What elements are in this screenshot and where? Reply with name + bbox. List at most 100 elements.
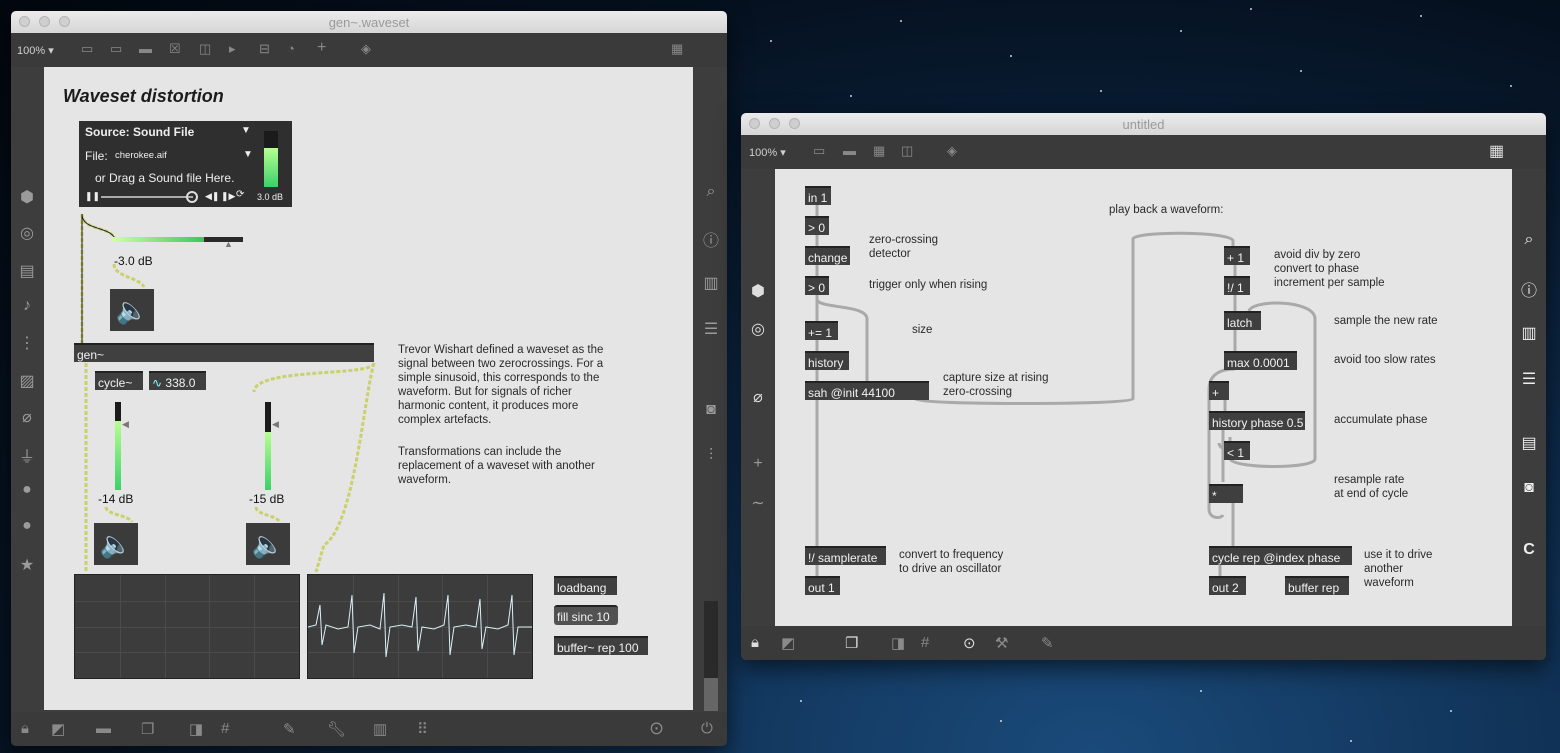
object-icon[interactable]: ▭ [110, 41, 122, 57]
presentation-mode-icon[interactable]: ◩ [781, 634, 795, 652]
presentation-icon[interactable]: ▭ [81, 41, 93, 57]
plus1-object[interactable]: + 1 [1224, 246, 1250, 265]
zoom-menu[interactable]: 100% ▾ [749, 146, 786, 159]
plus-object[interactable]: + [1209, 381, 1229, 400]
snap-icon[interactable]: ◨ [891, 634, 905, 652]
pause-icon[interactable]: ❚❚ [85, 191, 100, 202]
add-icon[interactable]: + [317, 39, 326, 57]
image-icon[interactable]: ▨ [15, 371, 39, 391]
fill-message[interactable]: fill sinc 10 [554, 605, 618, 625]
meter-right[interactable] [265, 402, 271, 490]
music-icon[interactable]: ♪ [15, 297, 39, 315]
speaker-icon-left[interactable]: 🔈 [94, 523, 138, 565]
buffer-object[interactable]: buffer~ rep 100 [554, 636, 648, 655]
chat-icon[interactable]: ▬ [96, 720, 111, 737]
source-selector[interactable]: Source: Sound File [85, 125, 194, 139]
book-icon[interactable]: ▥ [699, 273, 723, 293]
paint-icon[interactable]: ◈ [361, 41, 371, 57]
max-object[interactable]: max 0.0001 [1224, 351, 1297, 370]
mult-object[interactable]: * [1209, 484, 1243, 503]
source-dropdown-icon[interactable]: ▼ [241, 125, 251, 136]
speaker-icon-right[interactable]: 🔈 [246, 523, 290, 565]
search-icon[interactable]: ⌕ [699, 183, 723, 201]
cube-icon[interactable]: ⬢ [746, 281, 770, 301]
grid-menu-icon[interactable]: ▦ [1489, 141, 1504, 161]
grid-icon[interactable]: # [921, 634, 929, 651]
scope-left[interactable] [74, 574, 300, 679]
meter-right-marker-icon[interactable]: ◀ [272, 419, 279, 430]
book-icon[interactable]: ▥ [1517, 323, 1541, 343]
gt0-object-a[interactable]: > 0 [805, 216, 829, 235]
paperclip-icon[interactable]: ⌀ [15, 407, 39, 427]
add-object-icon[interactable]: ✎ [1041, 634, 1054, 652]
layers-icon[interactable]: ❐ [845, 634, 858, 652]
list-icon[interactable]: ☰ [699, 319, 723, 339]
info-icon[interactable]: ⓘ [1517, 277, 1541, 301]
tilde-icon[interactable]: ∼ [746, 493, 770, 513]
camera-icon[interactable]: ◙ [699, 401, 723, 419]
out2-object[interactable]: out 2 [1209, 576, 1246, 595]
bufferrep-object[interactable]: buffer rep [1285, 576, 1349, 595]
vimeo-icon[interactable]: ● [15, 481, 39, 499]
plug-icon[interactable]: ⏚ [15, 443, 39, 467]
cube-icon[interactable]: ⬢ [15, 187, 39, 207]
power-icon[interactable]: ⏻ [701, 720, 713, 737]
presentation-mode-icon[interactable]: ◩ [51, 720, 65, 738]
lt1-object[interactable]: < 1 [1224, 441, 1250, 460]
snap-icon[interactable]: ◨ [189, 720, 203, 738]
comment-icon[interactable]: ▬ [843, 143, 856, 158]
debug-icon[interactable]: ⊙ [963, 634, 976, 652]
reference-icon[interactable]: ▤ [1517, 433, 1541, 453]
meter-left-marker-icon[interactable]: ◀ [122, 419, 129, 430]
samplerate-object[interactable]: !/ samplerate [805, 546, 886, 565]
file-name[interactable]: cherokee.aif [115, 150, 167, 161]
forward-icon[interactable]: ❚▶ [221, 191, 235, 202]
rdiv1-object[interactable]: !/ 1 [1224, 276, 1250, 295]
star-icon[interactable]: ★ [15, 555, 39, 575]
lock-icon[interactable]: 🔒︎ [21, 720, 29, 737]
out1-object[interactable]: out 1 [805, 576, 840, 595]
freq-number-box[interactable]: ∿ 338.0 [149, 371, 206, 390]
change-object[interactable]: change [805, 246, 850, 265]
dc-icon[interactable]: ◫ [901, 143, 913, 159]
latch-object[interactable]: latch [1224, 311, 1261, 330]
grid-toggle-icon[interactable]: ▦ [873, 143, 885, 159]
search-icon[interactable]: ⌕ [1517, 231, 1541, 249]
gen-object[interactable]: gen~ [74, 343, 374, 362]
hammer-icon[interactable]: ⚒ [995, 634, 1008, 652]
dsp-status-icon[interactable]: ⊙ [649, 718, 664, 739]
gain-slider-main[interactable]: ▲ [112, 237, 243, 249]
keypad-icon[interactable]: ⠿ [417, 720, 428, 738]
history-object[interactable]: history [805, 351, 849, 370]
debug-icon[interactable]: ✎ [283, 720, 296, 738]
slider-icon[interactable]: ⊟ [259, 41, 270, 57]
gt0-object-b[interactable]: > 0 [805, 276, 829, 295]
scope-right[interactable] [307, 574, 533, 679]
cycle-object[interactable]: cycle~ [95, 371, 143, 390]
number-icon[interactable]: ▸ [229, 41, 236, 57]
in1-object[interactable]: in 1 [805, 186, 831, 205]
paint-icon[interactable]: ◈ [947, 143, 957, 159]
dial-icon[interactable]: ◔ [287, 41, 295, 56]
add-icon[interactable]: + [746, 455, 770, 473]
playback-slider[interactable] [101, 196, 193, 198]
comment-icon[interactable]: ▬ [139, 41, 152, 56]
bus-icon[interactable]: ▤ [15, 261, 39, 281]
camera-icon[interactable]: ◙ [1517, 479, 1541, 497]
b-icon[interactable]: ● [15, 517, 39, 535]
target-icon[interactable]: ◎ [15, 223, 39, 243]
piano-icon[interactable]: ▥ [373, 720, 387, 738]
c-icon[interactable]: C [1517, 541, 1541, 559]
speaker-icon-main[interactable]: 🔈 [110, 289, 154, 331]
meter-left[interactable] [115, 402, 121, 490]
zoom-menu[interactable]: 100% ▾ [17, 44, 54, 57]
toggle-icon[interactable]: ◫ [199, 41, 211, 57]
layers-icon[interactable]: ❐ [141, 720, 154, 738]
loadbang-object[interactable]: loadbang [554, 576, 617, 595]
list-icon[interactable]: ☰ [1517, 369, 1541, 389]
mixer-icon[interactable]: ⫶ [699, 447, 723, 465]
info-icon[interactable]: ⓘ [699, 227, 723, 251]
cyclerep-object[interactable]: cycle rep @index phase [1209, 546, 1352, 565]
pluseq-object[interactable]: += 1 [805, 321, 838, 340]
history-phase-object[interactable]: history phase 0.5 [1209, 411, 1305, 430]
